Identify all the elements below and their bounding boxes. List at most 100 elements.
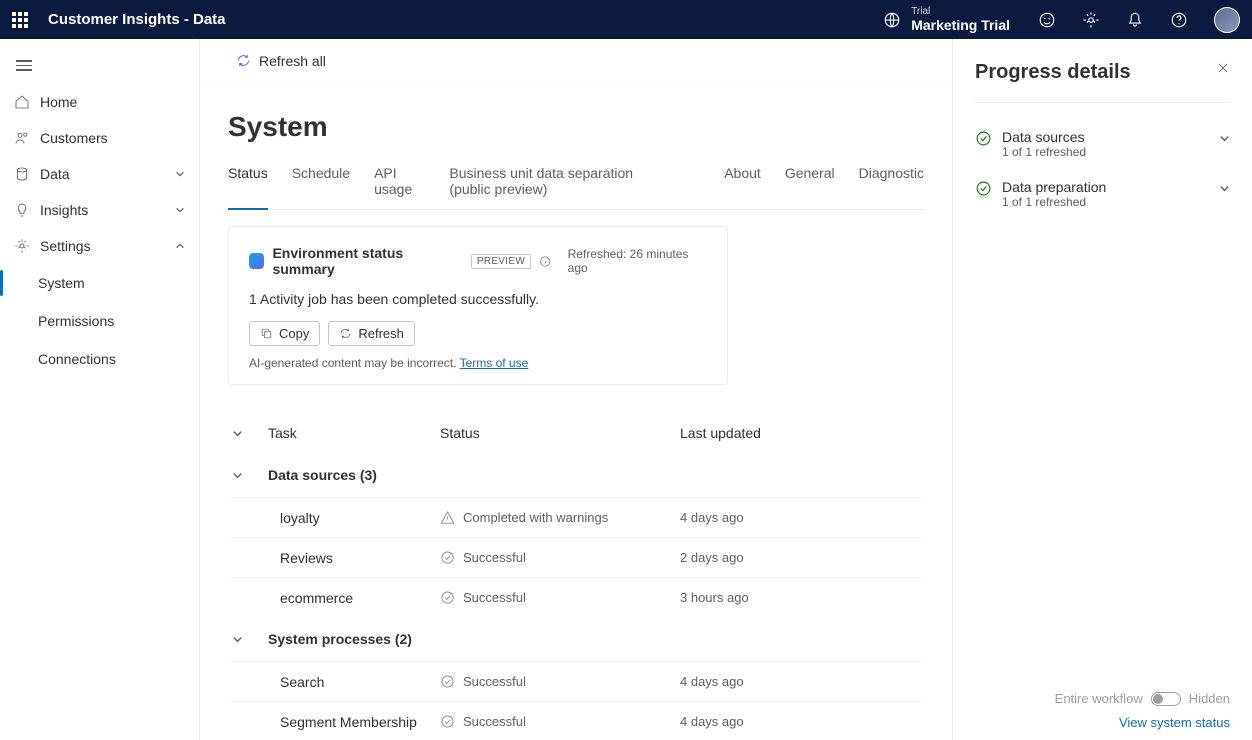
nav-data[interactable]: Data: [0, 156, 199, 192]
environment-switcher[interactable]: Trial Marketing Trial: [883, 6, 1010, 34]
table-row[interactable]: loyalty Completed with warnings 4 days a…: [228, 497, 924, 537]
app-title: Customer Insights - Data: [48, 11, 226, 28]
workflow-label: Entire workflow: [1055, 691, 1143, 706]
app-launcher-icon[interactable]: [12, 12, 28, 28]
top-navbar: Customer Insights - Data Trial Marketing…: [0, 0, 1252, 39]
check-circle-icon: [440, 590, 455, 605]
row-status: Completed with warnings: [440, 510, 680, 525]
user-avatar[interactable]: [1214, 7, 1240, 33]
row-task: Segment Membership: [268, 714, 440, 730]
tab-api-usage[interactable]: API usage: [374, 155, 425, 209]
row-updated: 4 days ago: [680, 674, 920, 689]
warning-icon: [440, 510, 455, 525]
view-system-status-link[interactable]: View system status: [1119, 715, 1230, 730]
chevron-down-icon: [1219, 183, 1230, 194]
row-task: Search: [268, 674, 440, 690]
refresh-all-button[interactable]: Refresh all: [228, 47, 334, 75]
chevron-down-icon: [232, 634, 243, 645]
refresh-icon: [236, 53, 251, 68]
nav-connections[interactable]: Connections: [0, 340, 199, 378]
row-task: ecommerce: [268, 590, 440, 606]
nav-settings[interactable]: Settings: [0, 228, 199, 264]
tab-status[interactable]: Status: [228, 155, 268, 209]
progress-item[interactable]: Data preparation 1 of 1 refreshed: [975, 169, 1230, 219]
progress-sub: 1 of 1 refreshed: [1002, 145, 1209, 159]
nav-permissions[interactable]: Permissions: [0, 302, 199, 340]
row-status: Successful: [440, 590, 680, 605]
row-updated: 2 days ago: [680, 550, 920, 565]
table-group[interactable]: Data sources (3): [228, 453, 924, 497]
group-label: Data sources (3): [268, 467, 440, 483]
tab-schedule[interactable]: Schedule: [292, 155, 350, 209]
chevron-down-icon[interactable]: [232, 428, 243, 439]
table-group[interactable]: System processes (2): [228, 617, 924, 661]
help-icon[interactable]: [1170, 11, 1188, 29]
copy-label: Copy: [279, 326, 309, 341]
page-title: System: [228, 111, 924, 143]
refresh-button[interactable]: Refresh: [328, 321, 415, 346]
table-row[interactable]: Reviews Successful 2 days ago: [228, 537, 924, 577]
tab-general[interactable]: General: [785, 155, 835, 209]
copy-button[interactable]: Copy: [249, 321, 320, 346]
progress-panel: Progress details Data sources 1 of 1 ref…: [952, 39, 1252, 740]
panel-title: Progress details: [975, 61, 1131, 84]
chevron-down-icon: [175, 169, 185, 179]
status-summary-card: Environment status summary PREVIEW Refre…: [228, 226, 728, 385]
environment-icon: [883, 11, 901, 29]
data-icon: [14, 166, 30, 182]
row-status: Successful: [440, 550, 680, 565]
row-task: Reviews: [268, 550, 440, 566]
nav-insights-label: Insights: [40, 202, 175, 218]
sidebar-toggle[interactable]: [0, 47, 199, 84]
home-icon: [14, 94, 30, 110]
tab-diagnostic[interactable]: Diagnostic: [859, 155, 924, 209]
row-status: Successful: [440, 714, 680, 729]
close-icon[interactable]: [1216, 61, 1230, 75]
feedback-icon[interactable]: [1038, 11, 1056, 29]
trial-name: Marketing Trial: [911, 17, 1010, 33]
col-updated: Last updated: [680, 425, 920, 441]
settings-icon[interactable]: [1082, 11, 1100, 29]
progress-name: Data sources: [1002, 129, 1209, 145]
nav-insights[interactable]: Insights: [0, 192, 199, 228]
refresh-icon: [339, 327, 352, 340]
tab-business-unit[interactable]: Business unit data separation (public pr…: [449, 155, 676, 209]
nav-system[interactable]: System: [0, 264, 199, 302]
card-title: Environment status summary: [272, 245, 462, 277]
tab-about[interactable]: About: [724, 155, 761, 209]
notifications-icon[interactable]: [1126, 11, 1144, 29]
progress-item[interactable]: Data sources 1 of 1 refreshed: [975, 119, 1230, 169]
refresh-label: Refresh: [358, 326, 404, 341]
terms-link[interactable]: Terms of use: [460, 356, 529, 370]
progress-name: Data preparation: [1002, 179, 1209, 195]
check-circle-icon: [440, 714, 455, 729]
progress-sub: 1 of 1 refreshed: [1002, 195, 1209, 209]
row-status: Successful: [440, 674, 680, 689]
chevron-down-icon: [1219, 133, 1230, 144]
info-icon[interactable]: [539, 255, 552, 268]
nav-system-label: System: [38, 275, 85, 291]
customers-icon: [14, 130, 30, 146]
nav-permissions-label: Permissions: [38, 313, 114, 329]
refresh-all-label: Refresh all: [259, 53, 326, 69]
ai-disclaimer: AI-generated content may be incorrect. T…: [249, 356, 707, 370]
nav-customers[interactable]: Customers: [0, 120, 199, 156]
trial-label: Trial: [911, 6, 1010, 18]
nav-home[interactable]: Home: [0, 84, 199, 120]
col-status: Status: [440, 425, 680, 441]
row-updated: 4 days ago: [680, 714, 920, 729]
nav-home-label: Home: [40, 94, 185, 110]
row-updated: 4 days ago: [680, 510, 920, 525]
workflow-toggle[interactable]: [1151, 692, 1181, 706]
nav-data-label: Data: [40, 166, 175, 182]
main-content: Refresh all System Status Schedule API u…: [200, 39, 952, 740]
table-row[interactable]: ecommerce Successful 3 hours ago: [228, 577, 924, 617]
page-toolbar: Refresh all: [200, 39, 952, 83]
table-row[interactable]: Segment Membership Successful 4 days ago: [228, 701, 924, 740]
nav-connections-label: Connections: [38, 351, 116, 367]
refreshed-label: Refreshed: 26 minutes ago: [568, 247, 707, 275]
table-row[interactable]: Search Successful 4 days ago: [228, 661, 924, 701]
table-header: Task Status Last updated: [228, 413, 924, 453]
chevron-down-icon: [175, 205, 185, 215]
left-sidebar: Home Customers Data Insights Settings Sy…: [0, 39, 200, 740]
